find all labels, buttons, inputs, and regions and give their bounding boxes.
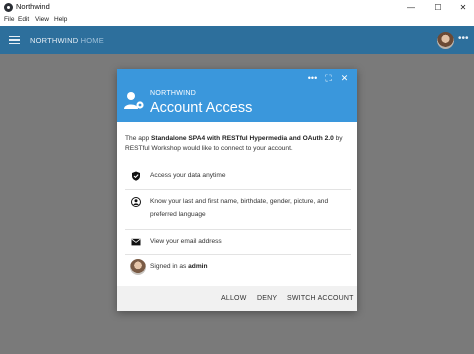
window-title: Northwind	[16, 2, 50, 11]
allow-button[interactable]: ALLOW	[221, 295, 247, 302]
account-access-dialog: NORTHWIND Account Access ••• ⛶ ✕ The app…	[117, 69, 357, 311]
menu-edit[interactable]: Edit	[18, 16, 29, 23]
brand-section: HOME	[80, 36, 104, 45]
menu-bar: File Edit View Help	[0, 15, 474, 26]
shield-icon	[132, 171, 140, 181]
signed-in-username: admin	[188, 263, 208, 270]
deny-button[interactable]: DENY	[257, 295, 277, 302]
dialog-brand: NORTHWIND	[150, 90, 197, 97]
signed-in-label: Signed in as	[150, 263, 189, 270]
brand-name: NORTHWIND	[30, 36, 79, 45]
permission-item: View your email address	[125, 229, 351, 255]
maximize-button[interactable]: ☐	[425, 0, 451, 15]
dialog-close-icon[interactable]: ✕	[338, 72, 351, 85]
permission-text: Access your data anytime	[150, 172, 226, 179]
signed-in-text: Signed in as admin	[150, 263, 208, 270]
permission-item: Access your data anytime	[125, 163, 351, 190]
minimize-button[interactable]: —	[398, 0, 424, 15]
description-text: by	[333, 135, 343, 142]
close-window-button[interactable]: ✕	[450, 0, 474, 15]
permission-item: Know your last and first name, birthdate…	[125, 189, 351, 230]
description-text: would like to connect to your account.	[180, 145, 293, 152]
menu-help[interactable]: Help	[54, 16, 67, 23]
dialog-title: Account Access	[150, 100, 253, 116]
publisher-name: RESTful Workshop	[125, 145, 181, 152]
menu-file[interactable]: File	[4, 16, 14, 23]
dialog-description: The app Standalone SPA4 with RESTful Hyp…	[125, 134, 351, 154]
user-avatar[interactable]	[437, 32, 454, 49]
permission-text: View your email address	[150, 238, 222, 245]
dialog-header: NORTHWIND Account Access ••• ⛶ ✕	[117, 69, 357, 122]
more-options-icon[interactable]: •••	[458, 34, 469, 44]
app-brand[interactable]: NORTHWIND HOME	[30, 36, 104, 45]
signed-in-avatar	[130, 259, 146, 275]
app-logo-icon	[4, 3, 13, 12]
hamburger-menu-icon[interactable]	[9, 36, 20, 44]
envelope-icon	[131, 238, 141, 246]
user-settings-icon	[124, 92, 144, 109]
window-titlebar: Northwind — ☐ ✕	[0, 0, 474, 15]
dialog-expand-icon[interactable]: ⛶	[322, 72, 335, 85]
person-icon	[131, 197, 141, 207]
description-text: The app	[125, 135, 152, 142]
menu-view[interactable]: View	[35, 16, 49, 23]
switch-account-button[interactable]: SWITCH ACCOUNT	[287, 295, 354, 302]
dialog-more-icon[interactable]: •••	[306, 72, 319, 85]
dialog-footer: ALLOW DENY SWITCH ACCOUNT	[117, 286, 357, 311]
permission-text: Know your last and first name, birthdate…	[150, 198, 329, 218]
signed-in-row: Signed in as admin	[125, 254, 351, 282]
app-name: Standalone SPA4 with RESTful Hypermedia …	[151, 135, 334, 142]
